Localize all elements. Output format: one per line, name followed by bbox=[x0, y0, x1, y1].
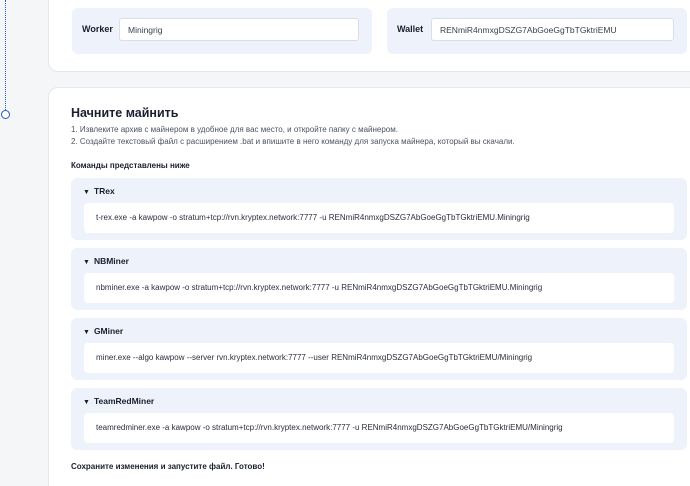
miner-command[interactable]: teamredminer.exe -a kawpow -o stratum+tc… bbox=[84, 413, 674, 443]
triangle-down-icon: ▼ bbox=[83, 399, 90, 406]
miner-toggle-gminer[interactable]: ▼ GMiner bbox=[83, 326, 123, 336]
miner-command[interactable]: t-rex.exe -a kawpow -o stratum+tcp://rvn… bbox=[84, 203, 674, 233]
commands-heading: Команды представлены ниже bbox=[71, 161, 190, 170]
miner-panel-teamredminer: ▼ TeamRedMiner teamredminer.exe -a kawpow… bbox=[71, 388, 687, 450]
miner-toggle-trex[interactable]: ▼ TRex bbox=[83, 186, 115, 196]
miner-toggle-teamredminer[interactable]: ▼ TeamRedMiner bbox=[83, 396, 154, 406]
wallet-input[interactable] bbox=[431, 18, 674, 41]
miner-command[interactable]: miner.exe --algo kawpow --server rvn.kry… bbox=[84, 343, 674, 373]
page: Worker Wallet Начните майнить 1. Извлеки… bbox=[0, 0, 690, 486]
miner-name: TRex bbox=[93, 186, 115, 196]
instruction-step-1: 1. Извлеките архив с майнером в удобное … bbox=[71, 125, 398, 134]
worker-input[interactable] bbox=[119, 18, 359, 41]
miner-panel-gminer: ▼ GMiner miner.exe --algo kawpow --server… bbox=[71, 318, 687, 380]
wallet-field-group: Wallet bbox=[387, 8, 687, 54]
instruction-step-2: 2. Создайте текстовый файл с расширением… bbox=[71, 137, 515, 146]
timeline-line bbox=[5, 0, 6, 112]
miner-name: NBMiner bbox=[93, 256, 129, 266]
miner-panel-trex: ▼ TRex t-rex.exe -a kawpow -o stratum+tcp… bbox=[71, 178, 687, 240]
section-heading: Начните майнить bbox=[71, 106, 179, 120]
miner-name: GMiner bbox=[93, 326, 124, 336]
miner-name: TeamRedMiner bbox=[93, 396, 155, 406]
timeline-step-node bbox=[1, 110, 10, 119]
miner-toggle-nbminer[interactable]: ▼ NBMiner bbox=[83, 256, 129, 266]
worker-label: Worker bbox=[82, 24, 113, 34]
footer-instruction: Сохраните изменения и запустите файл. Го… bbox=[71, 462, 265, 471]
worker-field-group: Worker bbox=[72, 8, 372, 54]
wallet-label: Wallet bbox=[397, 24, 424, 34]
triangle-down-icon: ▼ bbox=[83, 259, 90, 266]
triangle-down-icon: ▼ bbox=[83, 329, 90, 336]
miner-command[interactable]: nbminer.exe -a kawpow -o stratum+tcp://r… bbox=[84, 273, 674, 303]
miner-panel-nbminer: ▼ NBMiner nbminer.exe -a kawpow -o stratu… bbox=[71, 248, 687, 310]
triangle-down-icon: ▼ bbox=[83, 189, 90, 196]
